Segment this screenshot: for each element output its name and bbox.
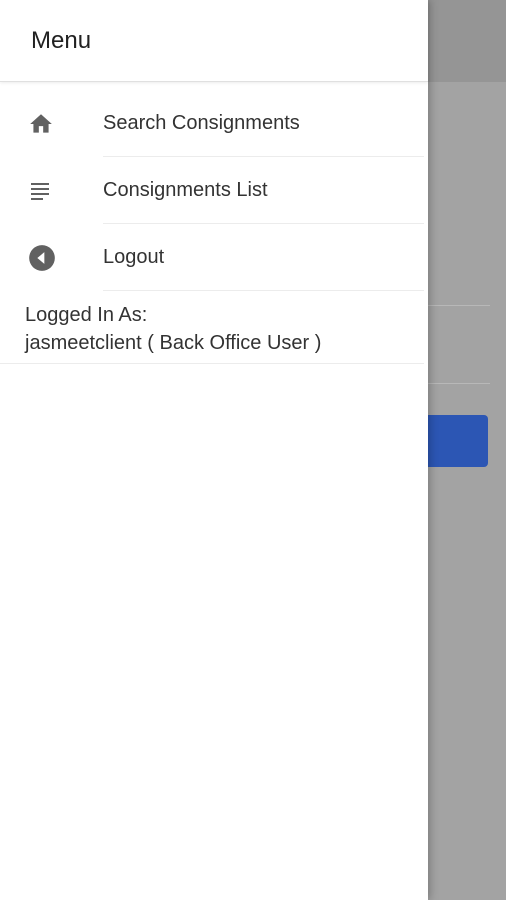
list-icon xyxy=(0,179,103,203)
menu-item-logout[interactable]: Logout xyxy=(0,224,428,291)
background-button xyxy=(418,415,488,467)
drawer-header: Menu xyxy=(0,0,428,82)
menu-item-label: Logout xyxy=(103,245,165,268)
menu-list: Search Consignments Consignments List Lo… xyxy=(0,90,428,291)
navigation-drawer: Menu Search Consignments Consignments Li… xyxy=(0,0,428,900)
back-circle-icon xyxy=(0,244,103,272)
home-icon xyxy=(0,111,103,137)
logged-in-info: Logged In As: jasmeetclient ( Back Offic… xyxy=(0,291,424,364)
logged-in-label: Logged In As: xyxy=(25,304,148,326)
menu-item-search-consignments[interactable]: Search Consignments xyxy=(0,90,428,157)
background-divider xyxy=(420,305,490,306)
menu-item-consignments-list[interactable]: Consignments List xyxy=(0,157,428,224)
drawer-title: Menu xyxy=(31,26,92,54)
background-divider xyxy=(420,383,490,384)
menu-item-label: Consignments List xyxy=(103,178,268,201)
menu-item-label: Search Consignments xyxy=(103,111,300,134)
logged-in-username: jasmeetclient ( Back Office User ) xyxy=(25,332,322,354)
